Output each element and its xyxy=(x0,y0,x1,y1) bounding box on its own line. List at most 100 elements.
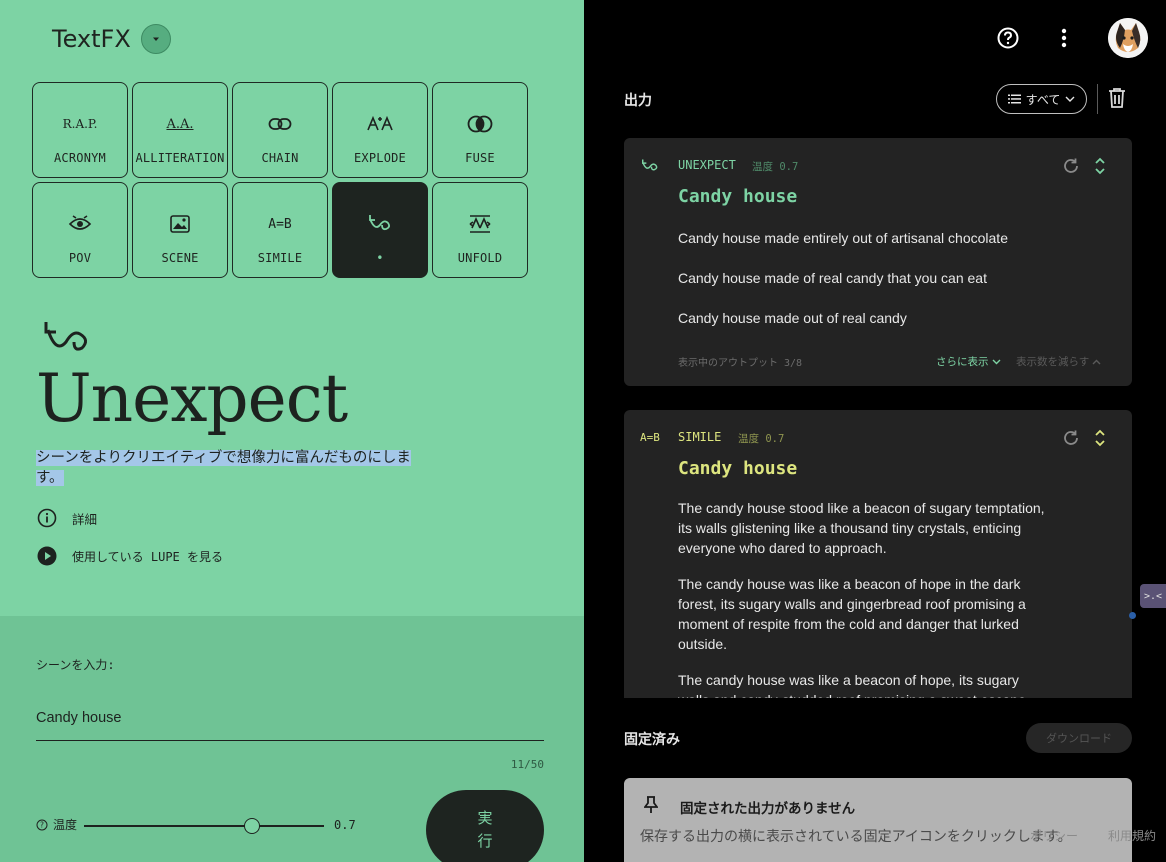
simile-icon: A=B xyxy=(268,216,292,232)
tool-acronym[interactable]: R.A.P. ACRONYM xyxy=(32,82,128,178)
help-button[interactable] xyxy=(988,18,1028,58)
tool-chain[interactable]: CHAIN xyxy=(232,82,328,178)
output-item[interactable]: Candy house made entirely out of artisan… xyxy=(678,228,1048,248)
card-tool-name: UNEXPECT xyxy=(678,158,736,172)
chevron-up-icon xyxy=(1092,359,1101,364)
show-more-button[interactable]: さらに表示 xyxy=(936,354,1001,369)
tool-label: ACRONYM xyxy=(54,151,106,165)
output-panel: 出力 すべて UNEXPECT 温度 0.7 Candy house Candy… xyxy=(584,0,1166,862)
tool-unfold[interactable]: UNFOLD xyxy=(432,182,528,278)
filter-dropdown[interactable]: すべて xyxy=(996,84,1087,114)
delete-all-button[interactable] xyxy=(1108,87,1126,114)
card-actions xyxy=(1062,428,1106,448)
details-label: 詳細 xyxy=(72,512,98,527)
brand: TextFX xyxy=(52,24,171,54)
unexpect-icon xyxy=(367,213,393,235)
refresh-icon[interactable] xyxy=(1062,429,1080,447)
watch-lupe-link[interactable]: 使用している LUPE を見る xyxy=(37,546,223,566)
run-label: 実行 xyxy=(477,810,493,850)
char-counter: 11/50 xyxy=(510,758,544,771)
fuse-icon xyxy=(467,113,493,135)
scroll-indicator xyxy=(1129,612,1136,619)
tool-simile[interactable]: A=B SIMILE xyxy=(232,182,328,278)
refresh-icon[interactable] xyxy=(1062,157,1080,175)
explode-icon xyxy=(366,113,394,135)
card-tool-name: SIMILE xyxy=(678,430,722,444)
output-item[interactable]: The candy house was like a beacon of hop… xyxy=(678,670,1048,698)
app-title: TextFX xyxy=(52,25,131,53)
scene-image-icon xyxy=(169,213,191,235)
chevron-down-icon xyxy=(992,359,1000,364)
footer-links: ポリシー 利用規約 xyxy=(1030,827,1156,844)
terms-link[interactable]: 利用規約 xyxy=(1108,827,1156,844)
tool-description: シーンをよりクリエイティブで想像力に富んだものにします。 xyxy=(36,448,416,488)
chevron-down-icon xyxy=(1065,96,1075,102)
card-actions xyxy=(1062,156,1106,176)
pinned-empty-text: 保存する出力の横に表示されている固定アイコンをクリックします。 xyxy=(640,828,1072,844)
tool-fuse[interactable]: FUSE xyxy=(432,82,528,178)
temperature-slider-handle[interactable] xyxy=(244,818,260,834)
caret-down-icon xyxy=(152,37,159,41)
tool-scene[interactable]: SCENE xyxy=(132,182,228,278)
left-panel: TextFX R.A.P. ACRONYM A.A. ALLITERATION … xyxy=(0,0,584,862)
pinned-empty-title: 固定された出力がありません xyxy=(680,801,856,816)
tool-title: Unexpect xyxy=(36,360,348,437)
avatar[interactable] xyxy=(1108,18,1148,58)
description-text: シーンをよりクリエイティブで想像力に富んだものにします。 xyxy=(36,450,411,486)
show-less-button[interactable]: 表示数を減らす xyxy=(1016,354,1101,369)
expand-icon[interactable] xyxy=(1094,428,1106,448)
pinned-heading: 固定済み xyxy=(624,731,680,747)
tool-label: POV xyxy=(68,251,92,265)
card-temperature: 温度 0.7 xyxy=(738,433,785,445)
show-less-label: 表示数を減らす xyxy=(1016,356,1090,368)
help-icon xyxy=(997,27,1019,49)
output-card: UNEXPECT 温度 0.7 Candy house Candy house … xyxy=(624,138,1132,386)
play-icon xyxy=(37,546,57,566)
tool-grid: R.A.P. ACRONYM A.A. ALLITERATION CHAIN E… xyxy=(32,82,528,278)
temperature-slider[interactable] xyxy=(84,818,324,834)
card-temperature: 温度 0.7 xyxy=(752,161,799,173)
output-card: A=B SIMILE 温度 0.7 Candy house The candy … xyxy=(624,410,1132,698)
divider xyxy=(1097,84,1098,114)
help-circle-icon[interactable]: ? xyxy=(36,819,48,831)
side-panel-toggle[interactable]: >.< xyxy=(1140,584,1166,608)
privacy-link[interactable]: ポリシー xyxy=(1030,827,1078,844)
unexpect-large-icon xyxy=(40,320,94,361)
cat-avatar-icon xyxy=(1108,18,1148,58)
output-item[interactable]: Candy house made of real candy that you … xyxy=(678,268,1048,288)
run-button[interactable]: 実行 xyxy=(426,790,544,862)
tool-label: SIMILE xyxy=(257,251,303,265)
pinned-empty-state: 固定された出力がありません 保存する出力の横に表示されている固定アイコンをクリッ… xyxy=(624,778,1132,862)
info-icon xyxy=(37,508,57,528)
output-item[interactable]: The candy house stood like a beacon of s… xyxy=(678,498,1048,558)
tool-label: CHAIN xyxy=(261,151,299,165)
pin-icon xyxy=(644,796,658,813)
more-menu-button[interactable] xyxy=(1044,18,1084,58)
shown-count: 表示中のアウトプット 3/8 xyxy=(678,358,803,369)
temperature-value: 0.7 xyxy=(334,818,356,832)
output-item[interactable]: Candy house made out of real candy xyxy=(678,308,1048,328)
watch-label: 使用している LUPE を見る xyxy=(72,549,223,564)
output-list[interactable]: UNEXPECT 温度 0.7 Candy house Candy house … xyxy=(624,138,1132,698)
more-vert-icon xyxy=(1061,28,1067,48)
output-heading: 出力 xyxy=(624,92,652,108)
tool-label: FUSE xyxy=(465,151,495,165)
output-item[interactable]: The candy house was like a beacon of hop… xyxy=(678,574,1048,654)
tool-pov[interactable]: POV xyxy=(32,182,128,278)
tool-alliteration[interactable]: A.A. ALLITERATION xyxy=(132,82,228,178)
tool-label: • xyxy=(376,251,384,265)
scene-input-label: シーンを入力: xyxy=(36,658,115,672)
app-menu-button[interactable] xyxy=(140,24,171,54)
filter-label: すべて xyxy=(1025,92,1061,107)
expand-icon[interactable] xyxy=(1094,156,1106,176)
unexpect-icon xyxy=(640,158,660,179)
tool-explode[interactable]: EXPLODE xyxy=(332,82,428,178)
details-link[interactable]: 詳細 xyxy=(37,508,97,528)
header-actions xyxy=(988,18,1148,58)
card-title: Candy house xyxy=(678,458,798,479)
acronym-icon: R.A.P. xyxy=(62,117,98,131)
tool-unexpect[interactable]: • xyxy=(332,182,428,278)
download-button[interactable]: ダウンロード xyxy=(1026,723,1132,753)
scene-input[interactable] xyxy=(36,696,544,741)
temperature-label-group: ? 温度 xyxy=(36,816,77,833)
